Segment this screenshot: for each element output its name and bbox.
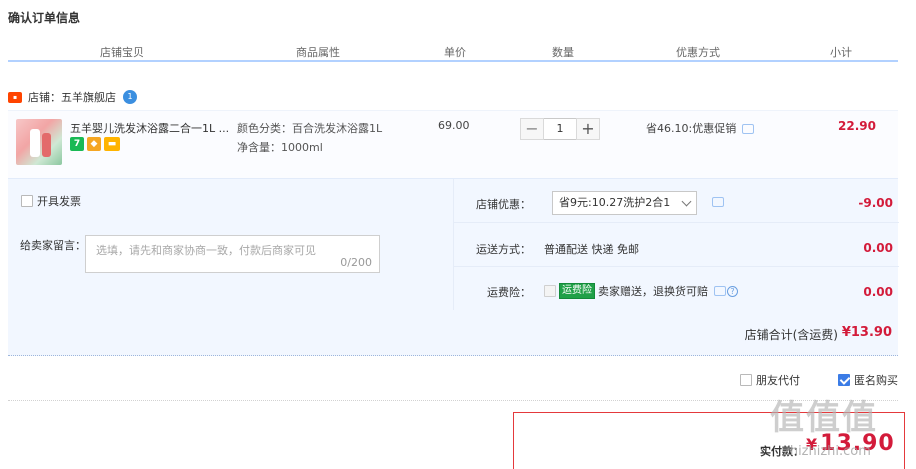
- shop-discount-amount: -9.00: [858, 196, 893, 210]
- shop-discount-value: 省9元:10.27洗护2合1: [559, 196, 671, 209]
- shop-discount-row: 店铺优惠： 省9元:10.27洗护2合1 -9.00: [454, 179, 899, 223]
- shop-total-amount: ¥13.90: [841, 325, 892, 340]
- item-subtotal: 22.90: [838, 119, 876, 133]
- shipping-label: 运送方式：: [476, 243, 531, 256]
- shop-total-row: 店铺合计(含运费) ¥13.90: [8, 310, 898, 356]
- col-attributes: 商品属性: [296, 46, 340, 59]
- options-left: 开具发票 给卖家留言： 选填，请先和商家协商一致，付款后商家可见 0/200: [8, 179, 453, 311]
- order-options: 开具发票 给卖家留言： 选填，请先和商家协商一致，付款后商家可见 0/200 店…: [8, 178, 899, 311]
- insurance-checkbox[interactable]: [544, 285, 556, 297]
- watermark-logo: 值值值: [770, 398, 878, 438]
- comment-icon[interactable]: [742, 124, 755, 134]
- comment-icon[interactable]: [714, 286, 726, 296]
- shop-total-label: 店铺合计(含运费): [744, 328, 838, 342]
- insurance-value: 卖家赠送，退换货可赔: [598, 285, 708, 298]
- col-discount: 优惠方式: [676, 46, 720, 59]
- service-badges: 7 ◆ ▬: [70, 137, 120, 151]
- attr-volume: 净含量：1000ml: [237, 141, 323, 154]
- tmall-shop-icon: ▪: [8, 91, 22, 103]
- col-unit-price: 单价: [444, 46, 466, 59]
- wangwang-chat-icon[interactable]: 1: [123, 90, 137, 104]
- insurance-row: 运费险： 运费险 卖家赠送，退换货可赔 ? 0.00: [454, 267, 899, 311]
- friend-pay-option[interactable]: 朋友代付: [740, 372, 800, 388]
- col-shop-item: 店铺宝贝: [100, 46, 144, 59]
- shop-discount-select[interactable]: 省9元:10.27洗护2合1: [552, 191, 697, 215]
- shop-name[interactable]: 店铺：五羊旗舰店: [28, 89, 116, 105]
- memo-char-count: 0/200: [340, 256, 372, 269]
- credit-card-icon[interactable]: ▬: [104, 137, 120, 151]
- shop-row: ▪ 店铺：五羊旗舰店 1: [8, 88, 137, 106]
- memo-input[interactable]: 选填，请先和商家协商一致，付款后商家可见 0/200: [85, 235, 380, 273]
- insurance-info: 运费险 卖家赠送，退换货可赔 ?: [544, 283, 738, 299]
- product-name[interactable]: 五羊婴儿洗发沐浴露二合一1L ...: [70, 120, 230, 136]
- page-title: 确认订单信息: [8, 11, 81, 25]
- anonymous-label: 匿名购买: [854, 374, 898, 387]
- promo-text: 省46.10:优惠促销: [646, 122, 737, 135]
- promo-info: 省46.10:优惠促销: [646, 120, 755, 136]
- insurance-tag: 运费险: [559, 283, 595, 299]
- friend-pay-label: 朋友代付: [756, 374, 800, 387]
- order-item: 五羊婴儿洗发沐浴露二合一1L ... 7 ◆ ▬ 颜色分类：百合洗发沐浴露1L …: [8, 110, 898, 178]
- col-subtotal: 小计: [830, 46, 852, 59]
- seven-day-return-icon[interactable]: 7: [70, 137, 84, 151]
- increase-button[interactable]: +: [576, 118, 600, 140]
- quantity-input[interactable]: 1: [544, 118, 576, 140]
- unit-price: 69.00: [438, 119, 470, 132]
- insurance-label: 运费险：: [487, 286, 531, 299]
- col-quantity: 数量: [552, 46, 574, 59]
- shipping-value: 普通配送 快递 免邮: [544, 243, 639, 256]
- anonymous-option[interactable]: 匿名购买: [838, 372, 898, 388]
- decrease-button[interactable]: −: [520, 118, 544, 140]
- guarantee-icon[interactable]: ◆: [87, 137, 101, 151]
- shop-discount-label: 店铺优惠：: [476, 198, 531, 211]
- invoice-option[interactable]: 开具发票: [21, 193, 81, 209]
- shipping-row: 运送方式： 普通配送 快递 免邮 0.00: [454, 223, 899, 267]
- insurance-amount: 0.00: [863, 285, 893, 299]
- watermark-url: zhizhizhi.com: [783, 444, 871, 459]
- product-thumbnail[interactable]: [16, 119, 62, 165]
- divider: [8, 400, 898, 401]
- memo-label: 给卖家留言：: [20, 239, 86, 252]
- chevron-down-icon: [681, 196, 692, 207]
- help-icon[interactable]: ?: [727, 285, 738, 297]
- column-header: 店铺宝贝 商品属性 单价 数量 优惠方式 小计: [8, 42, 898, 62]
- invoice-label: 开具发票: [37, 195, 81, 208]
- quantity-stepper: − 1 +: [520, 118, 600, 140]
- options-right: 店铺优惠： 省9元:10.27洗护2合1 -9.00 运送方式： 普通配送 快递…: [453, 179, 899, 311]
- shipping-amount: 0.00: [863, 241, 893, 255]
- attr-color: 颜色分类：百合洗发沐浴露1L: [237, 122, 383, 135]
- comment-icon[interactable]: [712, 197, 724, 207]
- memo-placeholder: 选填，请先和商家协商一致，付款后商家可见: [96, 244, 316, 257]
- invoice-checkbox[interactable]: [21, 195, 33, 207]
- anonymous-checkbox[interactable]: [838, 374, 850, 386]
- friend-pay-checkbox[interactable]: [740, 374, 752, 386]
